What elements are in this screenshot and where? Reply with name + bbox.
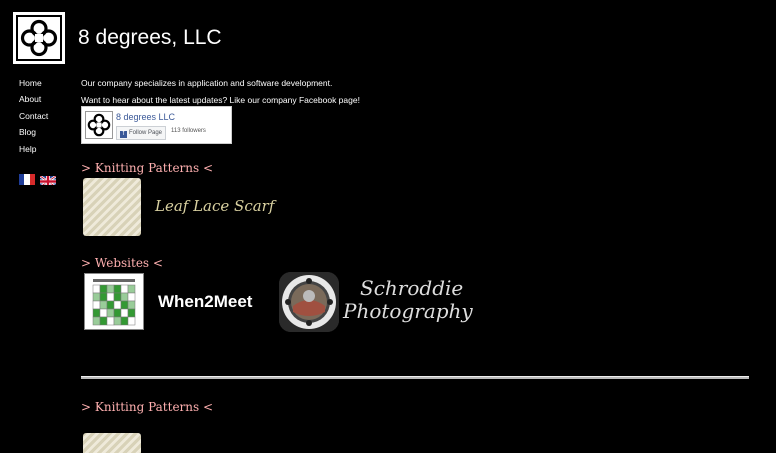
french-flag-icon[interactable]	[19, 174, 35, 185]
leaf-lace-scarf-image-2[interactable]	[83, 433, 141, 453]
site-title: 8 degrees, LLC	[78, 26, 222, 49]
follow-page-button[interactable]: f Follow Page	[116, 126, 167, 140]
follow-page-label: Follow Page	[129, 130, 163, 136]
quatrefoil-logo-icon	[20, 19, 58, 57]
leaf-lace-scarf-image[interactable]	[83, 178, 141, 236]
company-logo[interactable]	[13, 12, 65, 64]
nav-help[interactable]: Help	[19, 144, 36, 154]
facebook-page-widget[interactable]: 8 degrees LLC f Follow Page 113 followers	[81, 106, 232, 144]
websites-heading: > Websites <	[81, 256, 163, 270]
intro-text: Our company specializes in application a…	[81, 78, 333, 88]
nav-home[interactable]: Home	[19, 78, 42, 88]
section-divider	[81, 376, 749, 379]
when2meet-thumbnail[interactable]	[84, 273, 144, 330]
knitting-patterns-heading-2: > Knitting Patterns <	[81, 400, 214, 414]
when2meet-link[interactable]: When2Meet	[158, 292, 252, 312]
uk-flag-icon[interactable]	[40, 174, 56, 185]
nav-contact[interactable]: Contact	[19, 111, 48, 121]
nav-about[interactable]: About	[19, 94, 41, 104]
updates-text: Want to hear about the latest updates? L…	[81, 95, 360, 105]
facebook-icon: f	[120, 131, 127, 138]
knitting-patterns-heading: > Knitting Patterns <	[81, 161, 214, 175]
facebook-page-name[interactable]: 8 degrees LLC	[116, 112, 175, 122]
nav-blog[interactable]: Blog	[19, 127, 36, 137]
follower-count: 113 followers	[171, 128, 206, 134]
schroddie-photography-link-line2[interactable]: Photography	[343, 299, 473, 323]
schroddie-photography-link-line1[interactable]: Schroddie	[360, 276, 463, 300]
facebook-page-thumbnail	[85, 111, 113, 139]
schroddie-photography-icon[interactable]	[279, 272, 339, 332]
leaf-lace-scarf-link[interactable]: Leaf Lace Scarf	[155, 197, 274, 215]
